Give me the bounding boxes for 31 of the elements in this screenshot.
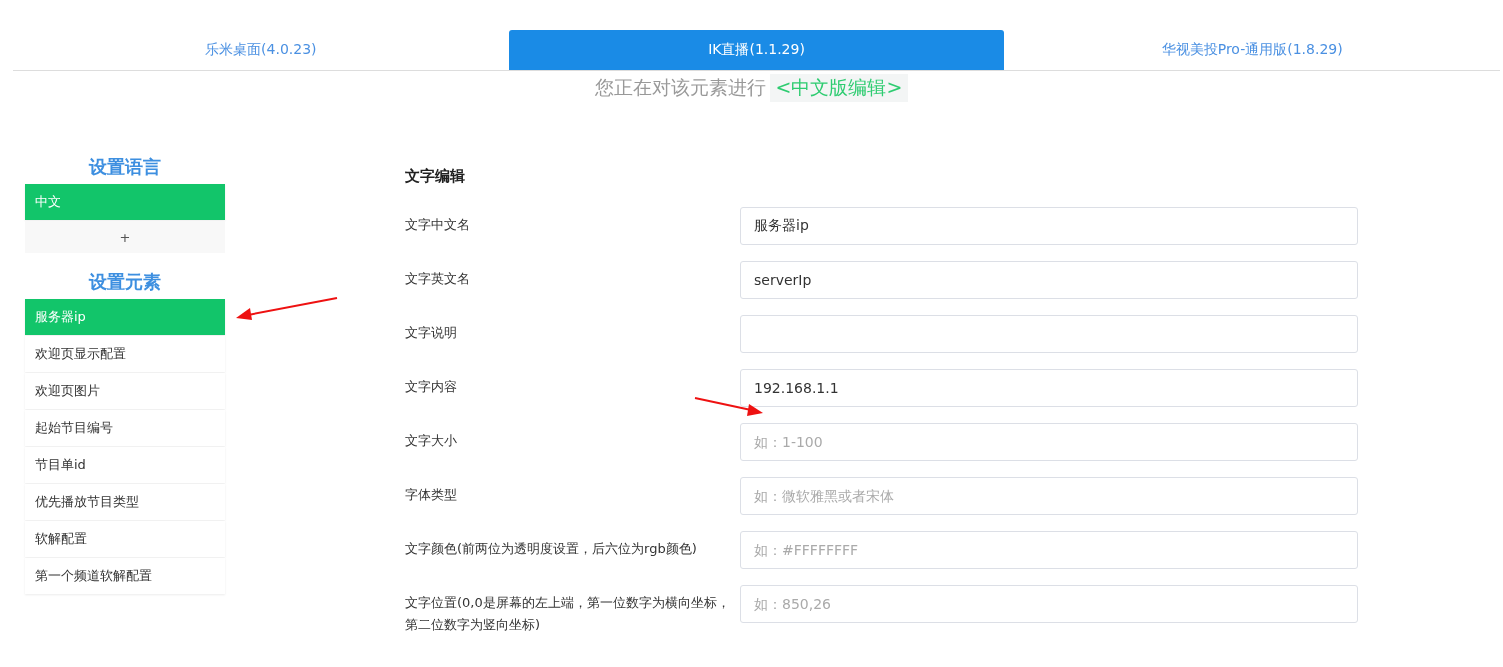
field-label: 文字位置(0,0是屏幕的左上端，第一位数字为横向坐标，第二位数字为竖向坐标) — [405, 594, 731, 634]
input-field[interactable]: 服务器ip — [740, 207, 1358, 245]
arrow-annotation — [693, 396, 764, 418]
element-item[interactable]: 欢迎页图片 — [25, 373, 225, 409]
field-label: 文字颜色(前两位为透明度设置，后六位为rgb颜色) — [405, 540, 698, 558]
input-field[interactable]: serverIp — [740, 261, 1358, 299]
field-label: 文字说明 — [405, 324, 458, 342]
element-item[interactable]: 欢迎页显示配置 — [25, 336, 225, 372]
add-language-button[interactable]: + — [25, 221, 225, 253]
input-field[interactable]: 192.168.1.1 — [740, 369, 1358, 407]
input-field[interactable]: 如：微软雅黑或者宋体 — [740, 477, 1358, 515]
edit-mode-tag: <中文版编辑> — [769, 74, 909, 102]
section-heading: 设置元素 — [87, 270, 162, 294]
field-label: 字体类型 — [405, 486, 458, 504]
form-title: 文字编辑 — [405, 167, 466, 187]
input-field[interactable] — [740, 315, 1358, 353]
element-item[interactable]: 第一个频道软解配置 — [25, 558, 225, 594]
element-item[interactable]: 节目单id — [25, 447, 225, 483]
element-item[interactable]: 起始节目编号 — [25, 410, 225, 446]
input-field[interactable]: 如：850,26 — [740, 585, 1358, 623]
field-label: 文字英文名 — [405, 270, 471, 288]
field-label: 文字中文名 — [405, 216, 471, 234]
input-field[interactable]: 如：1-100 — [740, 423, 1358, 461]
tab[interactable]: IK直播(1.1.29) — [508, 30, 1005, 70]
element-item[interactable]: 软解配置 — [25, 521, 225, 557]
notice-text: 您正在对该元素进行 — [594, 75, 766, 100]
field-label: 文字内容 — [405, 378, 458, 396]
input-field[interactable]: 如：#FFFFFFFF — [740, 531, 1358, 569]
section-heading: 设置语言 — [87, 155, 162, 179]
field-label: 文字大小 — [405, 432, 458, 450]
element-item[interactable]: 优先播放节目类型 — [25, 484, 225, 520]
